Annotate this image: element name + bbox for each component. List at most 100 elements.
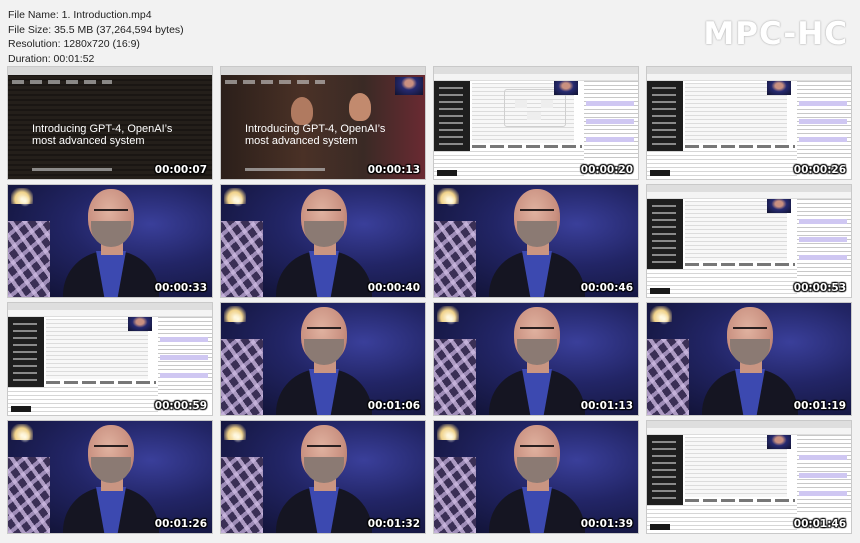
browser-tab-bar — [434, 67, 638, 74]
slide-title: Introducing GPT-4, OpenAI’s most advance… — [245, 123, 386, 147]
sidebar-line — [652, 261, 676, 263]
browser-address-bar — [8, 310, 212, 317]
speaker-beard — [91, 457, 131, 483]
sidebar-line — [13, 330, 37, 332]
sidebar-line — [652, 122, 676, 124]
sidebar-line — [652, 115, 676, 117]
timestamp: 00:00:20 — [580, 164, 633, 176]
browser-tab-bar — [221, 67, 425, 75]
file-size: File Size: 35.5 MB (37,264,594 bytes) — [8, 23, 184, 36]
lattice-sculpture — [647, 339, 689, 415]
sidebar-line — [439, 122, 463, 124]
browser-address-bar — [647, 428, 851, 435]
browser-address-bar — [434, 74, 638, 81]
sidebar-line — [652, 476, 676, 478]
thumbnail-2[interactable]: Introducing GPT-4, OpenAI’s most advance… — [221, 67, 425, 179]
sidebar-line — [652, 108, 676, 110]
sidebar-line — [13, 337, 37, 339]
browser-address-bar — [647, 192, 851, 199]
thumbnail-13[interactable]: 00:01:26 — [8, 421, 212, 533]
browser-tab-bar — [8, 67, 212, 75]
speaker-glasses — [307, 209, 341, 219]
timestamp: 00:00:53 — [793, 282, 846, 294]
sidebar-line — [439, 143, 463, 145]
thumbnail-15[interactable]: 00:01:39 — [434, 421, 638, 533]
sidebar-line — [652, 490, 676, 492]
speaker-glasses — [94, 445, 128, 455]
sidebar-line — [439, 129, 463, 131]
sidebar-line — [439, 94, 463, 96]
thumbnail-11[interactable]: 00:01:13 — [434, 303, 638, 415]
browser-tab-bar — [8, 303, 212, 310]
timestamp: 00:01:06 — [367, 400, 420, 412]
thumbnail-1[interactable]: Introducing GPT-4, OpenAI’s most advance… — [8, 67, 212, 179]
sidebar-line — [13, 323, 37, 325]
thumbnail-4[interactable]: 00:00:26 — [647, 67, 851, 179]
sidebar-line — [652, 240, 676, 242]
thumbnail-6[interactable]: 00:00:40 — [221, 185, 425, 297]
lattice-sculpture — [434, 221, 476, 297]
speaker-beard — [304, 339, 344, 365]
sidebar-line — [652, 448, 676, 450]
chat-sidebar — [647, 199, 683, 269]
send-button — [11, 406, 31, 412]
sidebar-line — [13, 365, 37, 367]
sidebar-line — [652, 219, 676, 221]
sidebar-line — [439, 115, 463, 117]
site-nav — [12, 80, 112, 84]
speaker-glasses — [520, 327, 554, 337]
speaker-beard — [304, 457, 344, 483]
timestamp: 00:00:40 — [367, 282, 420, 294]
highlighted-message — [586, 137, 634, 142]
speaker-beard — [91, 221, 131, 247]
slide-subline — [32, 168, 112, 171]
lamp-glow — [233, 431, 243, 443]
slide-title: Introducing GPT-4, OpenAI’s most advance… — [32, 123, 173, 147]
thumbnail-10[interactable]: 00:01:06 — [221, 303, 425, 415]
sidebar-line — [652, 87, 676, 89]
speaker-glasses — [307, 327, 341, 337]
presenter-inset — [767, 199, 791, 213]
sidebar-line — [652, 233, 676, 235]
sidebar-line — [13, 358, 37, 360]
slide-subline — [245, 168, 325, 171]
chat-sidebar — [8, 317, 44, 387]
highlighted-message — [799, 137, 847, 142]
lamp-glow — [446, 313, 456, 325]
thumbnail-12[interactable]: 00:01:19 — [647, 303, 851, 415]
sidebar-line — [652, 136, 676, 138]
thumbnail-9[interactable]: 00:00:59 — [8, 303, 212, 415]
sidebar-line — [13, 344, 37, 346]
highlighted-message — [160, 373, 208, 378]
lamp-glow — [20, 431, 30, 443]
resolution: Resolution: 1280x720 (16:9) — [8, 38, 140, 50]
thumbnail-5[interactable]: 00:00:33 — [8, 185, 212, 297]
lamp-glow — [659, 313, 669, 325]
mpc-hc-logo: MPC-HC — [703, 16, 848, 52]
timestamp: 00:00:26 — [793, 164, 846, 176]
file-info: File Name: 1. Introduction.mp4 File Size… — [8, 8, 184, 66]
timestamp: 00:00:46 — [580, 282, 633, 294]
thumbnail-8[interactable]: 00:00:53 — [647, 185, 851, 297]
file-name: File Name: 1. Introduction.mp4 — [8, 9, 152, 21]
sidebar-line — [652, 247, 676, 249]
sidebar-line — [652, 483, 676, 485]
thumbnail-14[interactable]: 00:01:32 — [221, 421, 425, 533]
timestamp: 00:01:19 — [793, 400, 846, 412]
presenter-inset — [395, 77, 423, 95]
send-button — [650, 524, 670, 530]
highlighted-message — [160, 355, 208, 360]
sidebar-line — [652, 254, 676, 256]
content-tabs — [46, 381, 156, 384]
speaker-beard — [517, 339, 557, 365]
lamp-glow — [446, 195, 456, 207]
thumbnail-7[interactable]: 00:00:46 — [434, 185, 638, 297]
sidebar-line — [13, 372, 37, 374]
thumbnail-3[interactable]: 00:00:20 — [434, 67, 638, 179]
highlighted-message — [799, 219, 847, 224]
thumbnail-16[interactable]: 00:01:46 — [647, 421, 851, 533]
content-tabs — [685, 145, 795, 148]
speaker-glasses — [520, 445, 554, 455]
timestamp: 00:00:33 — [154, 282, 207, 294]
sidebar-line — [13, 379, 37, 381]
